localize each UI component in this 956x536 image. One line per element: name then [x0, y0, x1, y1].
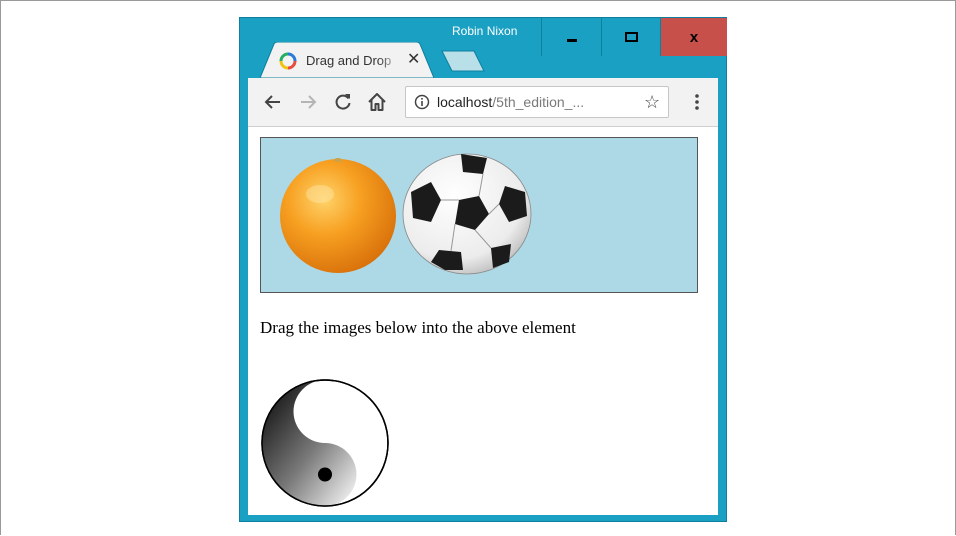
minimize-button[interactable] — [541, 18, 601, 56]
maximize-icon — [624, 32, 638, 42]
drop-zone[interactable] — [260, 137, 698, 293]
soccer-ball-image[interactable] — [401, 152, 533, 276]
tab-close-icon[interactable]: ✕ — [407, 50, 420, 70]
menu-kebab-icon[interactable] — [694, 92, 700, 112]
url-host: localhost — [437, 94, 493, 110]
forward-button[interactable] — [297, 91, 319, 113]
page-viewport: Drag the images below into the above ele… — [248, 127, 718, 515]
new-tab-button[interactable] — [440, 50, 486, 72]
tab-title: Drag and Drop — [306, 53, 392, 68]
reload-button[interactable] — [332, 91, 354, 113]
forward-arrow-icon — [301, 95, 317, 109]
url-path: /5th_edition_... — [492, 94, 585, 110]
instruction-text: Drag the images below into the above ele… — [260, 318, 576, 337]
back-arrow-icon — [264, 95, 280, 109]
back-button[interactable] — [262, 91, 284, 113]
home-button[interactable] — [366, 91, 388, 113]
minimize-icon — [566, 38, 577, 42]
url-text: localhost/5th_edition_... — [437, 94, 584, 110]
address-bar[interactable]: localhost/5th_edition_... ☆ — [405, 86, 669, 118]
close-window-button[interactable]: x — [660, 18, 727, 56]
bookmark-star-icon[interactable]: ☆ — [644, 92, 660, 112]
home-icon — [368, 93, 386, 111]
user-name-label: Robin Nixon — [452, 24, 518, 38]
browser-toolbar: localhost/5th_edition_... ☆ — [248, 78, 718, 127]
orange-image[interactable] — [278, 156, 398, 274]
browser-window: Robin Nixon x Drag and Drop ✕ localhost/… — [239, 17, 727, 522]
maximize-button[interactable] — [601, 18, 660, 56]
yin-yang-image[interactable] — [260, 378, 390, 508]
info-icon[interactable] — [414, 94, 430, 110]
close-icon: x — [689, 28, 699, 46]
favicon-icon — [279, 52, 297, 70]
reload-icon — [335, 94, 351, 110]
tab-drag-and-drop[interactable]: Drag and Drop ✕ — [260, 42, 434, 78]
